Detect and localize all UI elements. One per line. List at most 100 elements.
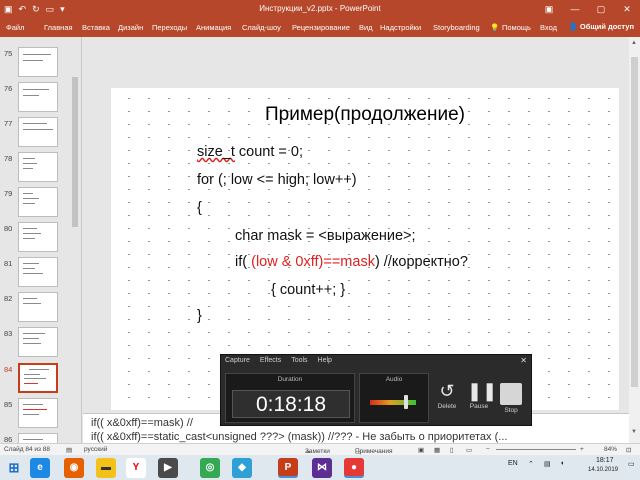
notes-line-2: if(( x&0xff)==static_cast<unsigned ???> …: [91, 431, 508, 443]
clock-time[interactable]: 18:17: [596, 457, 614, 464]
stop-label: Stop: [504, 407, 518, 414]
code-line-6[interactable]: { count++; }: [271, 282, 345, 298]
tab-help[interactable]: Помощь: [502, 23, 531, 32]
tab-addins[interactable]: Надстройки: [380, 23, 421, 32]
code-text: if(: [235, 254, 252, 270]
recorder-close-icon[interactable]: ✕: [520, 356, 527, 365]
tab-design[interactable]: Дизайн: [118, 23, 143, 32]
zoom-in-button[interactable]: +: [580, 446, 584, 453]
thumbnail-image: [18, 292, 58, 322]
language-indicator[interactable]: русский: [84, 446, 107, 453]
tab-review[interactable]: Рецензирование: [292, 23, 350, 32]
network-icon[interactable]: ▤: [544, 460, 551, 468]
code-line-2[interactable]: for (; low <= high; low++): [197, 172, 357, 188]
windows-start-icon[interactable]: ⊞: [4, 458, 24, 478]
thumbnail-number: 86: [4, 435, 13, 443]
slide-vertical-scrollbar[interactable]: ▲ ▼: [629, 37, 640, 443]
slide-title[interactable]: Пример(продолжение): [111, 104, 619, 126]
slideshow-view-icon[interactable]: ▭: [466, 446, 472, 454]
delete-button[interactable]: ↺ Delete: [435, 381, 459, 410]
thumbnail-80[interactable]: 80: [0, 222, 81, 257]
tab-slideshow[interactable]: Слайд-шоу: [242, 23, 281, 32]
visual-studio-icon[interactable]: ⋈: [312, 458, 332, 478]
thumbnail-number: 84: [4, 365, 13, 374]
firefox-icon[interactable]: ◉: [64, 458, 84, 478]
thumbnail-81[interactable]: 81: [0, 257, 81, 292]
tab-animation[interactable]: Анимация: [196, 23, 231, 32]
stop-button[interactable]: Stop: [499, 383, 523, 414]
thumbnail-82[interactable]: 82: [0, 292, 81, 327]
audio-volume-slider[interactable]: [403, 395, 408, 409]
menu-effects[interactable]: Effects: [260, 357, 281, 364]
tab-storyboarding[interactable]: Storyboarding: [433, 23, 480, 32]
signin-link[interactable]: Вход: [540, 23, 557, 32]
thumbnail-image: [18, 117, 58, 147]
code-line-7[interactable]: }: [197, 308, 202, 324]
menu-capture[interactable]: Capture: [225, 357, 250, 364]
thumbnail-76[interactable]: 76: [0, 82, 81, 117]
tray-up-icon[interactable]: ⌃: [528, 460, 534, 468]
thumbnail-number: 81: [4, 259, 13, 268]
code-text: count = 0;: [234, 144, 304, 160]
thumbnail-84[interactable]: 84: [0, 363, 81, 398]
duration-panel: Duration 0:18:18: [225, 373, 355, 423]
yandex-browser-icon[interactable]: Y: [126, 458, 146, 478]
volume-icon[interactable]: ◖: [560, 460, 564, 467]
file-explorer-icon[interactable]: ▬: [96, 458, 116, 478]
reading-view-icon[interactable]: ▯: [450, 446, 454, 454]
thumbnail-image: [18, 47, 58, 77]
zoom-level[interactable]: 84%: [604, 446, 617, 453]
tab-view[interactable]: Вид: [359, 23, 373, 32]
ie-browser-icon[interactable]: e: [30, 458, 50, 478]
thumbnail-image: [18, 363, 58, 393]
scroll-up-icon[interactable]: ▲: [631, 40, 637, 46]
clock-date[interactable]: 14.10.2019: [588, 467, 618, 473]
tab-home[interactable]: Главная: [44, 23, 73, 32]
tab-file[interactable]: Файл: [6, 23, 24, 32]
keyboard-language[interactable]: EN: [508, 460, 518, 467]
zoom-out-button[interactable]: −: [486, 446, 490, 453]
thumbnail-image: [18, 222, 58, 252]
thumbnail-number: 77: [4, 119, 13, 128]
scroll-down-icon[interactable]: ▼: [631, 429, 637, 435]
sorter-view-icon[interactable]: ▦: [434, 446, 440, 454]
minimize-button[interactable]: —: [562, 0, 588, 19]
code-line-1[interactable]: size_t count = 0;: [197, 144, 303, 160]
share-button[interactable]: 👤 Общий доступ: [568, 22, 634, 31]
thumbnail-scrollbar[interactable]: [71, 37, 79, 443]
code-line-5[interactable]: if( (low & 0xff)==mask) //корректно?: [235, 254, 468, 270]
fit-slide-icon[interactable]: ⊡: [626, 446, 631, 454]
pause-button[interactable]: ❚❚ Pause: [467, 381, 498, 410]
menu-tools[interactable]: Tools: [291, 357, 307, 364]
screen-recorder-widget: Capture Effects Tools Help ✕ Duration 0:…: [220, 354, 532, 426]
powerpoint-taskbar-icon[interactable]: P: [278, 458, 298, 478]
thumbnail-83[interactable]: 83: [0, 327, 81, 362]
undo-arrow-icon: ↺: [439, 381, 455, 401]
notifications-icon[interactable]: ▭: [628, 460, 635, 468]
media-player-icon[interactable]: ▶: [158, 458, 178, 478]
thumbnail-78[interactable]: 78: [0, 152, 81, 187]
recorder-taskbar-icon[interactable]: ●: [344, 458, 364, 478]
code-line-3[interactable]: {: [197, 200, 202, 216]
tab-transitions[interactable]: Переходы: [152, 23, 187, 32]
thumbnail-85[interactable]: 85: [0, 398, 81, 433]
close-button[interactable]: ✕: [614, 0, 640, 19]
maximize-button[interactable]: ▢: [588, 0, 614, 19]
spellcheck-icon[interactable]: ▤: [66, 446, 72, 454]
chrome-icon[interactable]: ◎: [200, 458, 220, 478]
scroll-thumb[interactable]: [631, 57, 638, 387]
normal-view-icon[interactable]: ▣: [418, 446, 424, 454]
app-icon[interactable]: ◆: [232, 458, 252, 478]
windows-taskbar: ⊞ e ◉ ▬ Y ▶ ◎ ◆ P ⋈ ● EN ⌃ ▤ ◖ 18:17 14.…: [0, 455, 640, 480]
zoom-slider[interactable]: [496, 449, 576, 450]
ribbon-display-icon[interactable]: ▣: [536, 0, 562, 19]
code-line-4[interactable]: char mask = <выражение>;: [235, 228, 416, 244]
thumbnail-79[interactable]: 79: [0, 187, 81, 222]
pause-icon: ❚❚: [467, 381, 498, 401]
menu-help[interactable]: Help: [318, 357, 332, 364]
thumbnail-75[interactable]: 75: [0, 47, 81, 82]
thumbnail-86[interactable]: 86: [0, 433, 81, 443]
slide-counter: Слайд 84 из 88: [4, 446, 51, 453]
thumbnail-77[interactable]: 77: [0, 117, 81, 152]
tab-insert[interactable]: Вставка: [82, 23, 110, 32]
